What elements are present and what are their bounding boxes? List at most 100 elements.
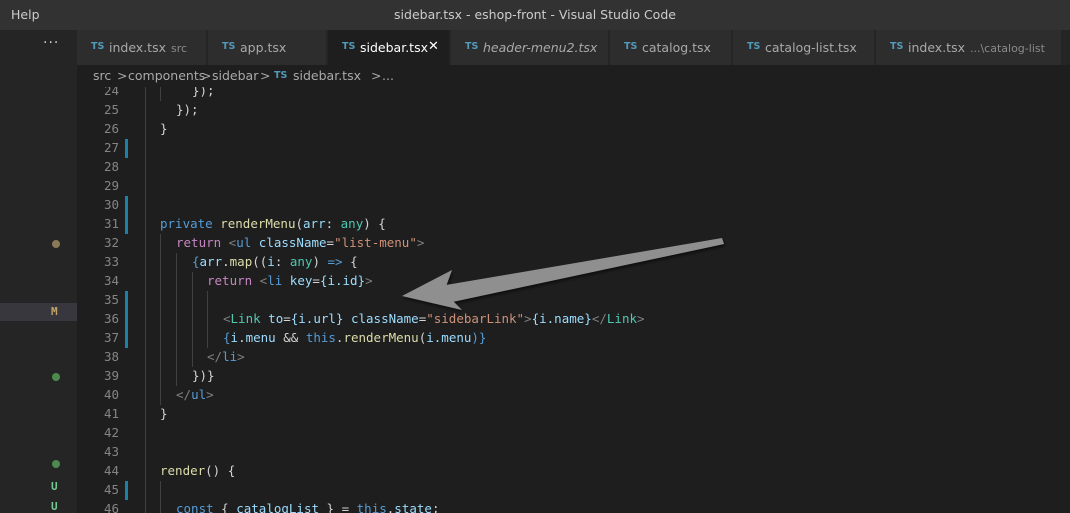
tab-label: sidebar.tsx	[360, 40, 428, 55]
tab-header-menu2-tsx[interactable]: TS header-menu2.tsx	[451, 30, 609, 65]
line-number: 43	[103, 444, 119, 459]
scm-status-badge: U	[51, 500, 58, 513]
code-line: 39 })}	[77, 367, 1070, 386]
line-number: 41	[103, 406, 119, 421]
line-number: 45	[103, 482, 119, 497]
line-number: 29	[103, 178, 119, 193]
line-number: 36	[103, 311, 119, 326]
tab-index-tsx-catalog-list[interactable]: TS index.tsx ...\catalog-list	[876, 30, 1062, 65]
scm-added-dot-icon	[52, 460, 60, 468]
typescript-file-icon: TS	[624, 41, 638, 52]
tab-sidebar-tsx[interactable]: TS sidebar.tsx ✕	[328, 30, 450, 65]
typescript-file-icon: TS	[91, 41, 105, 52]
code-line: 25 });	[77, 101, 1070, 120]
scm-status-badge: U	[51, 480, 58, 493]
line-number: 42	[103, 425, 119, 440]
code-editor[interactable]: 24 }); 25 }); 26 } 27 28 29 30 31 privat…	[77, 87, 1070, 513]
tab-label: index.tsx ...\catalog-list	[908, 40, 1045, 55]
line-number: 39	[103, 368, 119, 383]
typescript-file-icon: TS	[890, 41, 904, 52]
line-number: 32	[103, 235, 119, 250]
modified-line-indicator	[125, 329, 128, 348]
breadcrumb-item-more[interactable]: ...	[382, 68, 394, 83]
code-text: render() {	[160, 463, 236, 478]
tab-label: app.tsx	[240, 40, 287, 55]
code-line: 26 }	[77, 120, 1070, 139]
code-line: 43	[77, 443, 1070, 462]
breadcrumb-separator: >	[260, 68, 271, 83]
modified-line-indicator	[125, 481, 128, 500]
code-text: </ul>	[176, 387, 214, 402]
code-line: 27	[77, 139, 1070, 158]
line-number: 44	[103, 463, 119, 478]
line-number: 31	[103, 216, 119, 231]
more-actions-icon[interactable]: ···	[43, 35, 59, 51]
tab-index-tsx-src[interactable]: TS index.tsx src	[77, 30, 207, 65]
close-tab-icon[interactable]: ✕	[428, 39, 439, 54]
line-number: 40	[103, 387, 119, 402]
code-text: });	[176, 102, 199, 117]
typescript-file-icon: TS	[274, 70, 288, 81]
line-number: 38	[103, 349, 119, 364]
code-text: {i.menu && this.renderMenu(i.menu)}	[223, 330, 487, 345]
code-text: })}	[192, 368, 215, 383]
code-text: </li>	[207, 349, 245, 364]
code-line: 32 return <ul className="list-menu">	[77, 234, 1070, 253]
code-line: 42	[77, 424, 1070, 443]
tab-label: header-menu2.tsx	[483, 40, 598, 55]
breadcrumb: src > components > sidebar > TS sidebar.…	[77, 65, 1070, 87]
code-text: const { catalogList } = this.state;	[176, 501, 440, 513]
code-line: 24 });	[77, 87, 1070, 101]
code-line: 29	[77, 177, 1070, 196]
modified-line-indicator	[125, 310, 128, 329]
modified-line-indicator	[125, 291, 128, 310]
scm-modified-dot-icon	[52, 240, 60, 248]
scm-added-dot-icon	[52, 373, 60, 381]
code-line: 40 </ul>	[77, 386, 1070, 405]
tab-label: catalog-list.tsx	[765, 40, 857, 55]
tab-catalog-tsx[interactable]: TS catalog.tsx	[610, 30, 732, 65]
breadcrumb-separator: >	[371, 68, 382, 83]
code-line: 46 const { catalogList } = this.state;	[77, 500, 1070, 513]
code-text: }	[160, 121, 168, 136]
title-bar: Help sidebar.tsx - eshop-front - Visual …	[0, 0, 1070, 30]
breadcrumb-separator: >	[117, 68, 128, 83]
explorer-pane: ··· M U U	[0, 30, 77, 513]
line-number: 24	[103, 87, 119, 98]
code-line: 38 </li>	[77, 348, 1070, 367]
code-text: }	[160, 406, 168, 421]
tab-label: catalog.tsx	[642, 40, 711, 55]
typescript-file-icon: TS	[747, 41, 761, 52]
tab-label: index.tsx src	[109, 40, 188, 55]
line-number: 27	[103, 140, 119, 155]
code-line: 44 render() {	[77, 462, 1070, 481]
tab-app-tsx[interactable]: TS app.tsx	[208, 30, 327, 65]
modified-line-indicator	[125, 196, 128, 215]
selected-file-row[interactable]	[0, 303, 77, 321]
code-text: });	[192, 87, 215, 98]
modified-line-indicator	[125, 139, 128, 158]
code-text: return <ul className="list-menu">	[176, 235, 425, 250]
typescript-file-icon: TS	[342, 41, 356, 52]
line-number: 37	[103, 330, 119, 345]
line-number: 34	[103, 273, 119, 288]
breadcrumb-item-file[interactable]: sidebar.tsx	[293, 68, 361, 83]
code-text: {arr.map((i: any) => {	[192, 254, 358, 269]
breadcrumb-item-sidebar[interactable]: sidebar	[212, 68, 258, 83]
window-title: sidebar.tsx - eshop-front - Visual Studi…	[394, 7, 676, 22]
breadcrumb-separator: >	[201, 68, 212, 83]
tab-catalog-list-tsx[interactable]: TS catalog-list.tsx	[733, 30, 875, 65]
code-line: 41 }	[77, 405, 1070, 424]
code-text: return <li key={i.id}>	[207, 273, 373, 288]
code-line: 28	[77, 158, 1070, 177]
code-line: 35	[77, 291, 1070, 310]
breadcrumb-item-src[interactable]: src	[93, 68, 111, 83]
line-number: 35	[103, 292, 119, 307]
code-text: <Link to={i.url} className="sidebarLink"…	[223, 311, 645, 326]
code-line: 31 private renderMenu(arr: any) {	[77, 215, 1070, 234]
breadcrumb-item-components[interactable]: components	[128, 68, 205, 83]
editor-tabs: TS index.tsx src TS app.tsx TS sidebar.ts…	[77, 30, 1070, 65]
code-line: 37 {i.menu && this.renderMenu(i.menu)}	[77, 329, 1070, 348]
line-number: 46	[103, 501, 119, 513]
code-line: 30	[77, 196, 1070, 215]
